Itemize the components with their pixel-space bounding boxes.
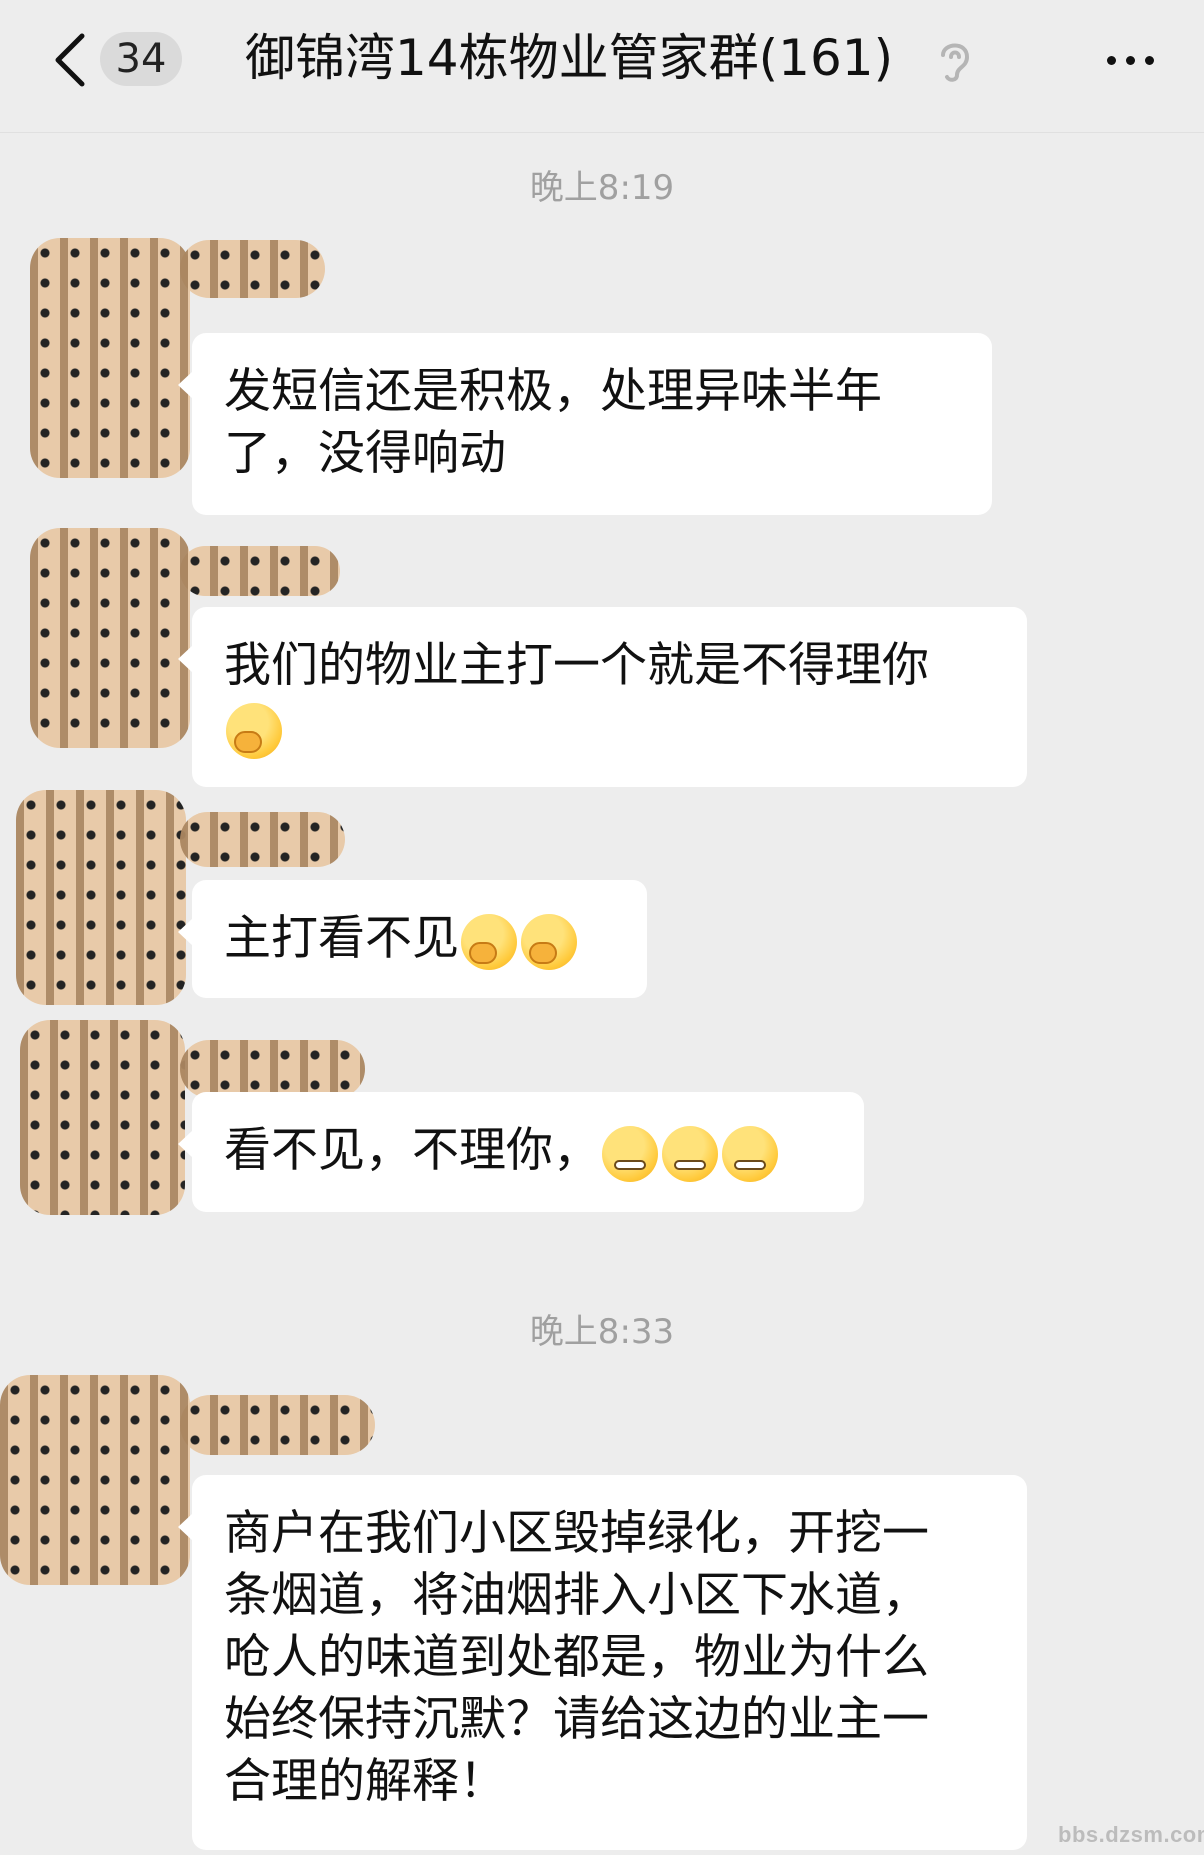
message-timestamp: 晚上8:19 bbox=[529, 168, 675, 208]
message-text: 看不见，不理你， bbox=[224, 1123, 600, 1178]
chevron-left-icon bbox=[55, 33, 85, 87]
more-dot-icon bbox=[1106, 55, 1116, 65]
message-timestamp: 晚上8:33 bbox=[529, 1312, 675, 1352]
grinning-face-icon bbox=[662, 1125, 718, 1182]
face-with-hand-over-mouth-icon bbox=[461, 913, 517, 970]
redacted-avatar[interactable] bbox=[16, 790, 186, 1005]
redacted-sender-name bbox=[180, 1040, 365, 1098]
chat-title: 御锦湾14栋物业管家群(161) bbox=[245, 29, 894, 87]
face-with-hand-over-mouth-icon bbox=[226, 702, 282, 759]
message-bubble[interactable]: 发短信还是积极，处理异味半年 了，没得响动 bbox=[178, 333, 992, 515]
redacted-sender-name bbox=[180, 812, 345, 867]
redacted-avatar[interactable] bbox=[30, 528, 190, 748]
ear-icon bbox=[941, 43, 970, 82]
redacted-avatar[interactable] bbox=[0, 1375, 190, 1585]
redacted-sender-name bbox=[180, 1395, 375, 1455]
redacted-avatar[interactable] bbox=[20, 1020, 185, 1215]
message-text: 发短信还是积极，处理异味半年 了，没得响动 bbox=[224, 364, 882, 481]
redacted-avatar[interactable] bbox=[30, 238, 190, 478]
message-bubble[interactable]: 看不见，不理你， bbox=[178, 1092, 864, 1212]
message-bubble[interactable]: 主打看不见 bbox=[178, 880, 647, 998]
redacted-sender-name bbox=[180, 240, 325, 298]
message-text: 我们的物业主打一个就是不得理你 bbox=[224, 638, 929, 693]
message-bubble[interactable]: 商户在我们小区毁掉绿化，开挖一 条烟道，将油烟排入小区下水道， 呛人的味道到处都… bbox=[178, 1475, 1027, 1850]
message-bubble[interactable]: 我们的物业主打一个就是不得理你 bbox=[178, 607, 1027, 787]
more-dot-icon bbox=[1125, 55, 1135, 65]
message-text: 主打看不见 bbox=[224, 911, 459, 966]
unread-count-badge[interactable]: 34 bbox=[100, 32, 182, 86]
more-dot-icon bbox=[1144, 55, 1154, 65]
chat-header: 34 御锦湾14栋物业管家群(161) bbox=[0, 0, 1204, 133]
redacted-sender-name bbox=[180, 546, 340, 596]
watermark: bbs.dzsm.com bbox=[1058, 1822, 1204, 1847]
back-button[interactable] bbox=[40, 30, 100, 90]
face-with-hand-over-mouth-icon bbox=[521, 913, 577, 970]
grinning-face-icon bbox=[722, 1125, 778, 1182]
grinning-face-icon bbox=[602, 1125, 658, 1182]
more-options-button[interactable] bbox=[1095, 40, 1165, 80]
message-text: 商户在我们小区毁掉绿化，开挖一 条烟道，将油烟排入小区下水道， 呛人的味道到处都… bbox=[224, 1506, 929, 1809]
